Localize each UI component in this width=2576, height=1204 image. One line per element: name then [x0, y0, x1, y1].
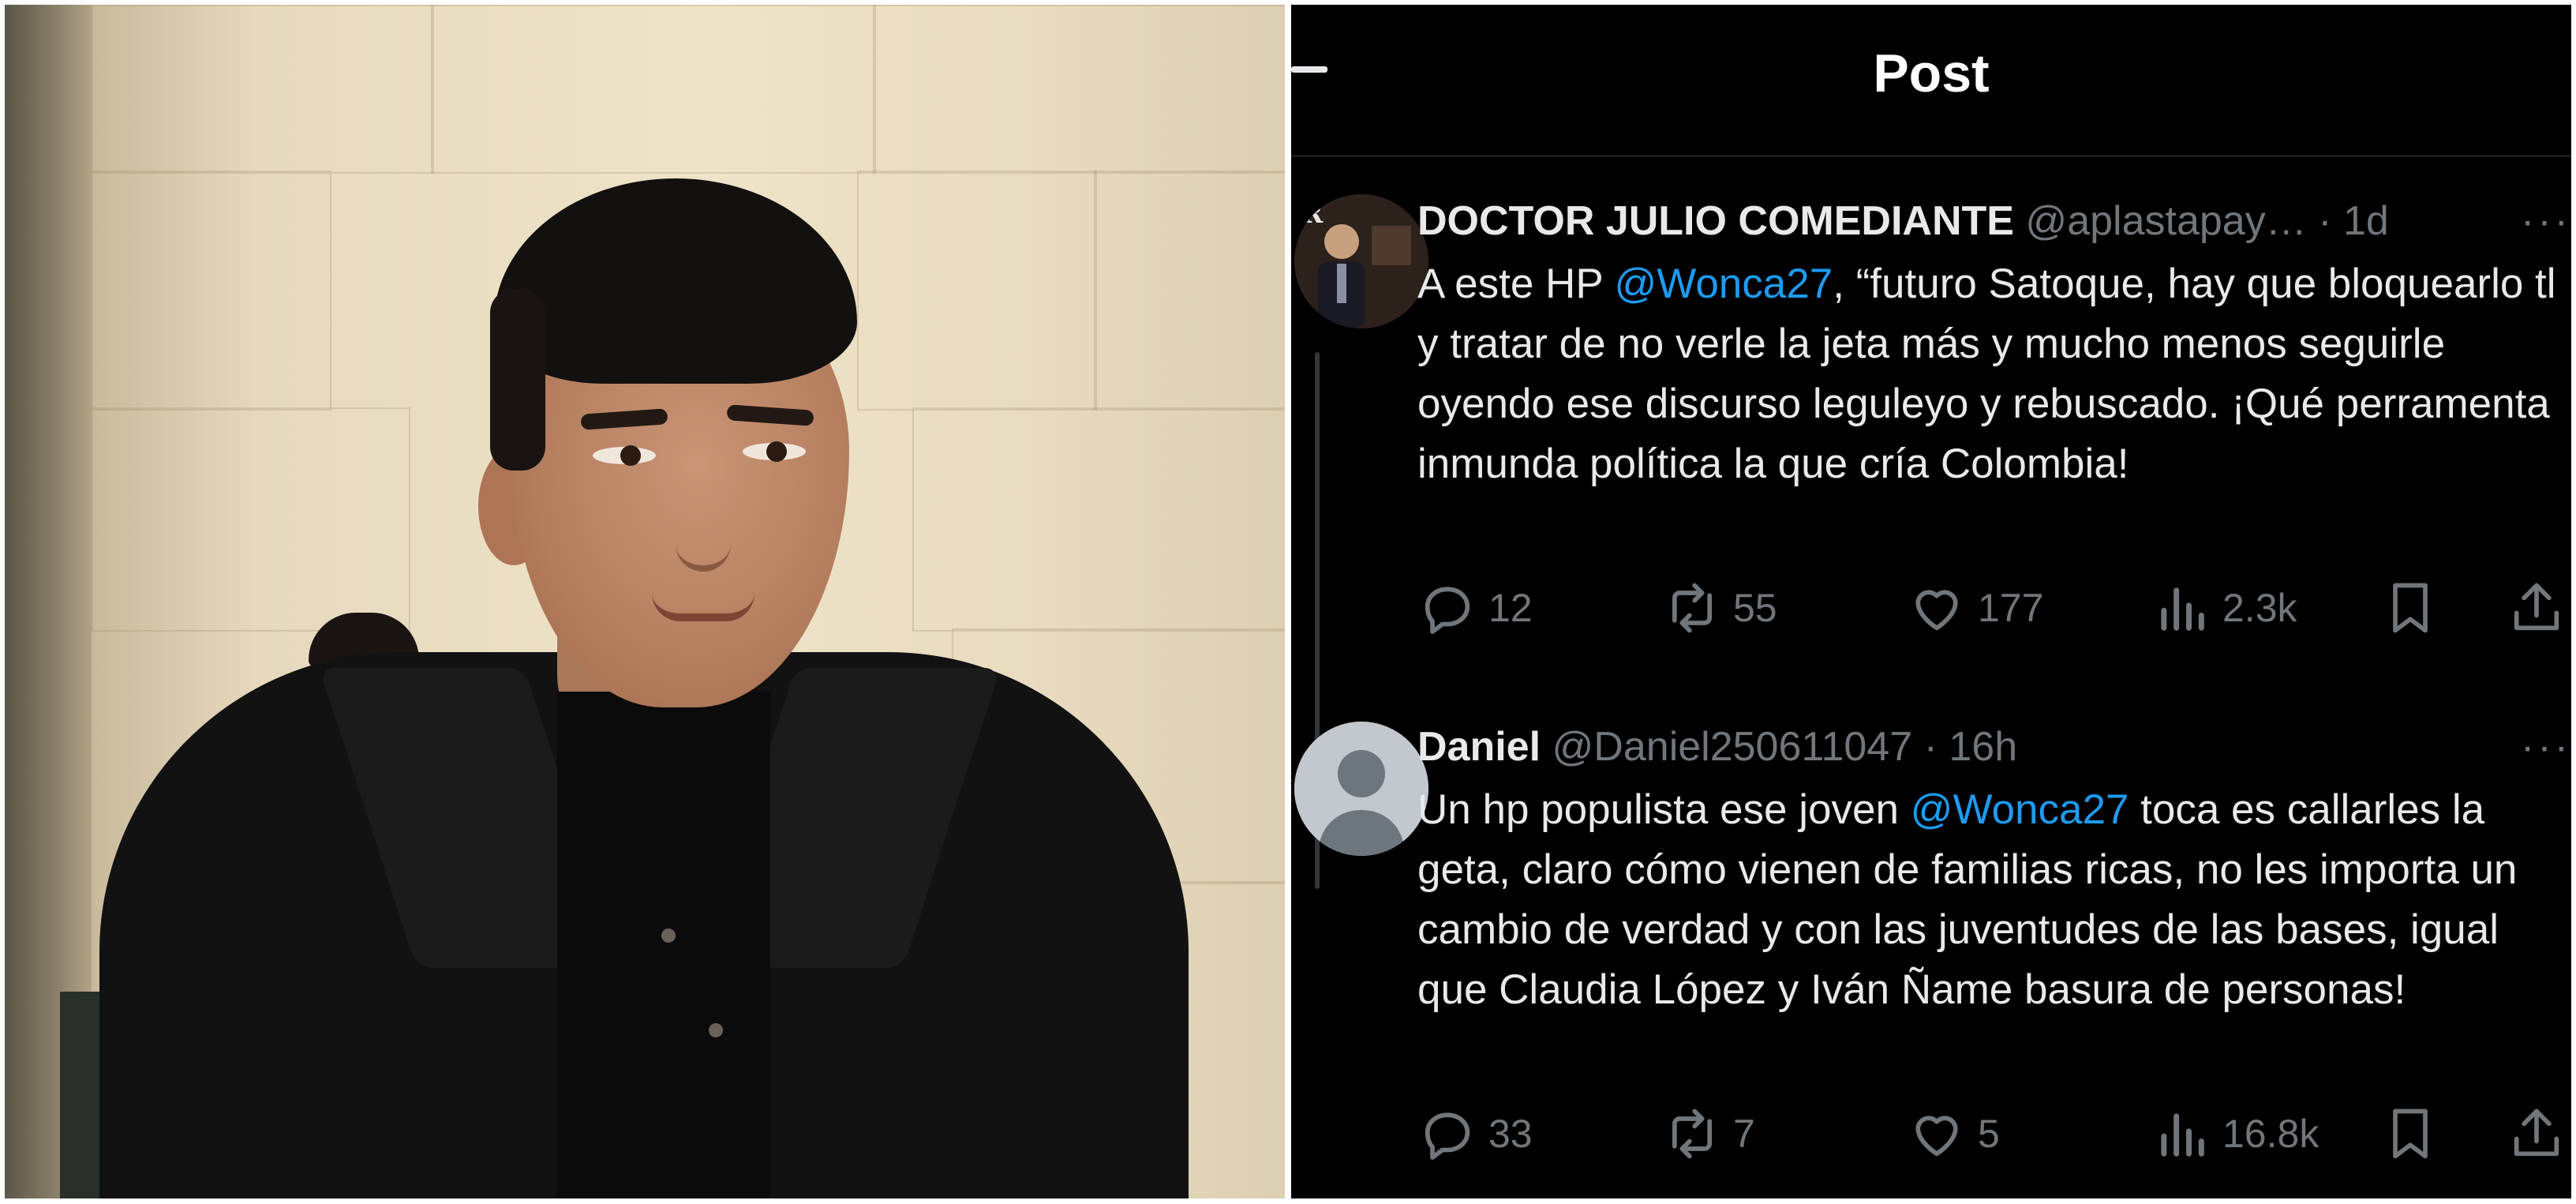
views-button[interactable]: 16.8k [2151, 1104, 2319, 1164]
shirt-button [661, 928, 676, 943]
reply-icon [1425, 1112, 1470, 1160]
author-name[interactable]: DOCTOR JULIO COMEDIANTE [1417, 198, 2014, 244]
reply-button[interactable]: 12 [1417, 578, 1533, 638]
share-button[interactable] [2507, 578, 2567, 638]
bookmark-icon [2393, 1108, 2428, 1159]
wall-stone [431, 5, 876, 174]
iris-right [766, 441, 787, 462]
repost-icon [1672, 1108, 1713, 1159]
hair [494, 178, 857, 384]
wall-stone [857, 171, 1097, 411]
author-name[interactable]: Daniel [1417, 724, 1541, 770]
repost-count: 7 [1733, 1112, 1755, 1156]
share-icon [2514, 583, 2559, 631]
tweet-text: A este HP @Wonca27, “futuro Satoque, hay… [1417, 254, 2570, 494]
author-handle[interactable]: @aplastapay… [2025, 198, 2306, 244]
timestamp[interactable]: · 16h [1924, 724, 2018, 770]
heart-icon [1915, 1116, 1958, 1157]
reply-button[interactable]: 33 [1417, 1104, 1533, 1164]
repost-count: 55 [1733, 586, 1777, 630]
avatar[interactable] [1294, 722, 1428, 856]
wall-stone [92, 407, 410, 632]
tweet-meta: Daniel @Daniel250611047 · 16h [1417, 723, 2017, 771]
like-button[interactable]: 5 [1907, 1104, 2000, 1164]
repost-icon [1672, 583, 1713, 633]
black-shirt [557, 692, 770, 1198]
share-button[interactable] [2507, 1104, 2567, 1164]
author-handle[interactable]: @Daniel250611047 [1552, 724, 1913, 770]
views-icon [2161, 587, 2204, 631]
portrait-photo [5, 5, 1285, 1198]
action-bar: 12 55 177 2.3k [1417, 578, 2570, 641]
repost-button[interactable]: 55 [1662, 578, 1777, 638]
bookmark-icon [2393, 583, 2428, 633]
hair-side [490, 289, 545, 471]
repost-button[interactable]: 7 [1662, 1104, 1755, 1164]
divider [1291, 155, 2571, 157]
shirt-button [709, 1023, 723, 1037]
heart-icon [1915, 590, 1958, 631]
mention-link[interactable]: @Wonca27 [1911, 786, 2129, 833]
bookmark-button[interactable] [2380, 1104, 2440, 1164]
view-count: 2.3k [2222, 586, 2297, 630]
action-bar: 33 7 5 16.8k [1417, 1104, 2570, 1167]
like-button[interactable]: 177 [1907, 578, 2043, 638]
bookmark-button[interactable] [2380, 578, 2440, 638]
reply-count: 12 [1488, 586, 1533, 630]
timestamp[interactable]: · 1d [2318, 198, 2389, 244]
mouth [652, 593, 754, 621]
like-count: 177 [1978, 586, 2044, 630]
nose [676, 494, 731, 572]
avatar[interactable]: R [1294, 194, 1428, 328]
views-button[interactable]: 2.3k [2151, 578, 2297, 638]
view-count: 16.8k [2222, 1112, 2320, 1156]
page-title: Post [1873, 43, 1990, 103]
iris-left [620, 445, 641, 466]
wall-stone [92, 5, 434, 174]
wall-stone [92, 171, 331, 411]
mention-link[interactable]: @Wonca27 [1614, 261, 1833, 307]
text-segment: Un hp populista ese joven [1417, 786, 1911, 833]
tweet-meta: DOCTOR JULIO COMEDIANTE @aplastapay… · 1… [1417, 197, 2389, 245]
more-options-icon[interactable]: ··· [2521, 197, 2571, 245]
post-screen: Post R DOCTOR JULIO COMEDIANTE @aplastap… [1291, 5, 2571, 1198]
avatar-image: R [1294, 194, 1428, 328]
like-count: 5 [1978, 1112, 2000, 1156]
text-segment: A este HP [1417, 261, 1615, 307]
wall-stone [912, 407, 1285, 632]
wall-stone [1094, 171, 1285, 411]
reply-count: 33 [1488, 1112, 1533, 1156]
tweet-text: Un hp populista ese joven @Wonca27 toca … [1417, 780, 2570, 1020]
wall-stone [873, 5, 1285, 174]
more-options-icon[interactable]: ··· [2521, 723, 2571, 771]
default-avatar-icon [1294, 722, 1428, 856]
reply-icon [1425, 587, 1470, 634]
views-icon [2161, 1113, 2204, 1157]
svg-text:R: R [1301, 198, 1324, 230]
top-bar: Post [1291, 5, 2571, 155]
share-icon [2514, 1108, 2559, 1157]
